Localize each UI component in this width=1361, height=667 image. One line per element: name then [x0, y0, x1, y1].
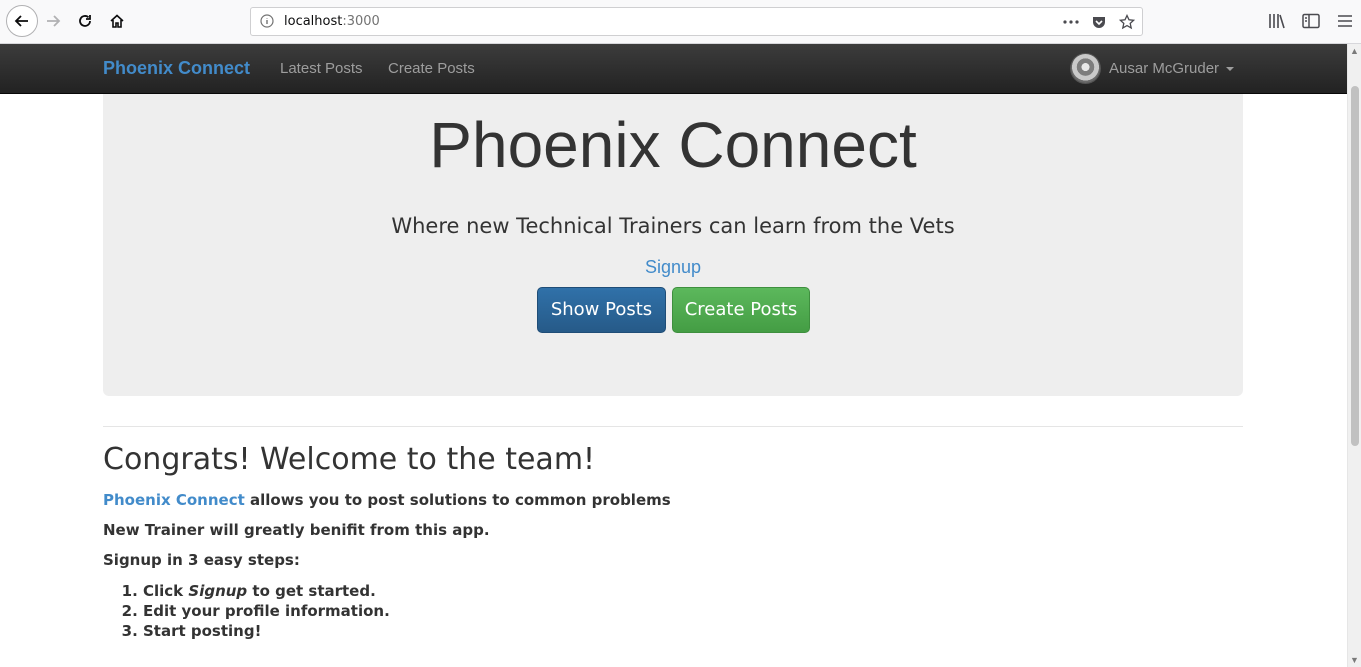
welcome-heading: Congrats! Welcome to the team! — [103, 442, 596, 477]
step-item: Start posting! — [143, 621, 390, 641]
pocket-icon[interactable] — [1090, 12, 1108, 32]
back-arrow-icon[interactable] — [6, 5, 38, 37]
signup-link-text[interactable]: Signup — [645, 257, 701, 277]
intro-brand-link[interactable]: Phoenix Connect — [103, 491, 245, 509]
more-dots-icon[interactable] — [1062, 12, 1080, 32]
nav-create-posts[interactable]: Create Posts — [388, 60, 475, 77]
avatar[interactable] — [1071, 54, 1100, 83]
url-bar[interactable]: localhost:3000 — [250, 7, 1143, 36]
page-scrollbar[interactable]: ▲ ▼ — [1347, 44, 1361, 667]
step1-suffix: to get started. — [247, 582, 376, 600]
step1-prefix: Click — [143, 582, 189, 600]
sidebar-icon[interactable] — [1301, 10, 1321, 32]
signup-steps-list: Click Signup to get started. Edit your p… — [103, 581, 390, 641]
hero-tagline: Where new Technical Trainers can learn f… — [391, 214, 955, 238]
url-text[interactable]: localhost:3000 — [284, 14, 380, 29]
bookmark-star-icon[interactable] — [1118, 12, 1136, 32]
hero-title: Phoenix Connect — [429, 109, 917, 181]
intro-text: allows you to post solutions to common p… — [244, 491, 671, 509]
page-viewport: Phoenix Connect Latest Posts Create Post… — [0, 44, 1347, 667]
info-icon[interactable] — [260, 14, 274, 33]
signup-link: Signup — [103, 257, 1243, 278]
caret-down-icon[interactable] — [1226, 66, 1235, 71]
home-icon[interactable] — [102, 6, 132, 36]
hamburger-menu-icon[interactable] — [1335, 10, 1355, 32]
scroll-thumb[interactable] — [1351, 86, 1359, 446]
browser-toolbar: localhost:3000 — [0, 0, 1361, 44]
forward-arrow-icon[interactable] — [38, 6, 68, 36]
show-posts-button[interactable]: Show Posts — [537, 287, 666, 333]
step1-emphasis: Signup — [188, 582, 248, 600]
steps-intro: Signup in 3 easy steps: — [103, 551, 300, 569]
site-navbar: Phoenix Connect Latest Posts Create Post… — [0, 44, 1347, 94]
create-posts-button[interactable]: Create Posts — [672, 287, 810, 333]
step-item: Edit your profile information. — [143, 601, 390, 621]
hero-jumbotron: Phoenix Connect Where new Technical Trai… — [103, 94, 1243, 396]
scroll-down-arrow-icon[interactable]: ▼ — [1350, 655, 1359, 665]
scroll-up-arrow-icon[interactable]: ▲ — [1350, 46, 1359, 56]
user-name[interactable]: Ausar McGruder — [1109, 60, 1219, 77]
library-icon[interactable] — [1267, 10, 1287, 32]
navbar-brand[interactable]: Phoenix Connect — [103, 58, 250, 79]
intro-paragraph: Phoenix Connect allows you to post solut… — [103, 491, 671, 509]
reload-icon[interactable] — [70, 6, 100, 36]
section-divider — [103, 426, 1243, 427]
user-dropdown[interactable]: Ausar McGruder — [1071, 54, 1235, 83]
url-host: localhost — [284, 14, 343, 29]
url-port: :3000 — [342, 14, 380, 29]
benefit-paragraph: New Trainer will greatly benifit from th… — [103, 521, 490, 539]
nav-latest-posts[interactable]: Latest Posts — [280, 60, 363, 77]
step-item: Click Signup to get started. — [143, 581, 390, 601]
